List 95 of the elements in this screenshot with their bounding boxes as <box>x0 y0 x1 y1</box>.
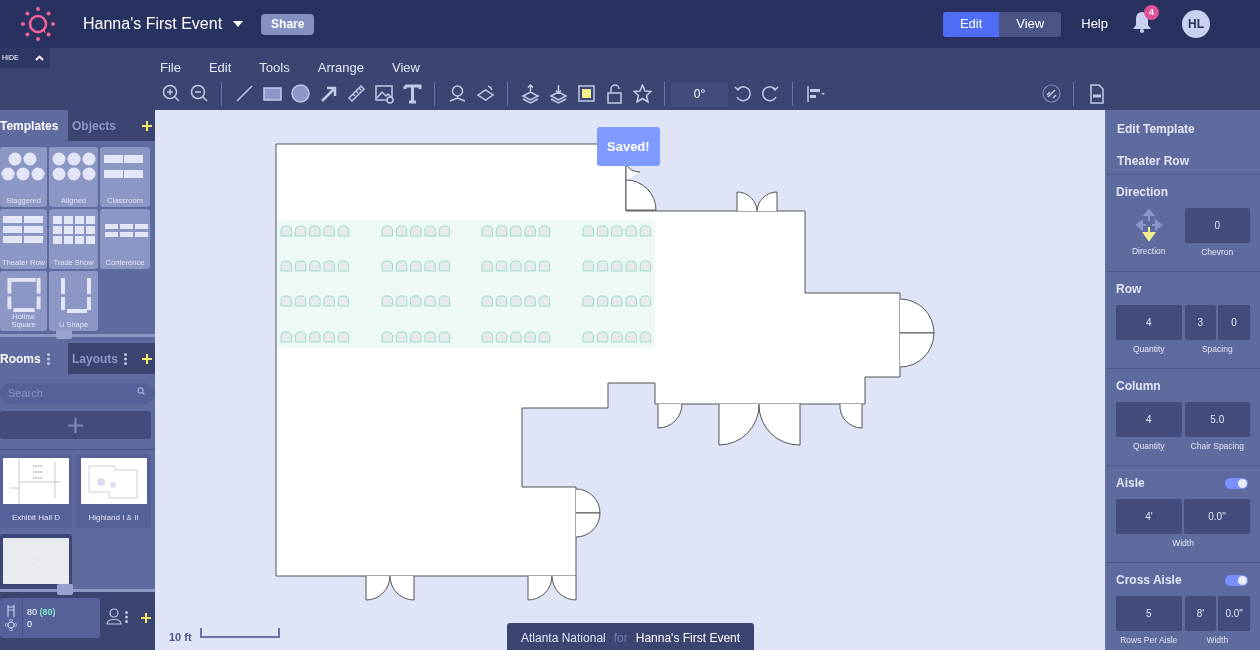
number-field[interactable]: 0 <box>1218 305 1250 340</box>
event-title[interactable]: Hanna's First Event <box>83 12 223 36</box>
group-select-icon[interactable] <box>576 84 596 104</box>
search-icon[interactable] <box>137 387 145 395</box>
section-title: Cross Aisle <box>1116 572 1182 589</box>
seat-count: 80 (80) <box>27 606 56 618</box>
add-icon[interactable] <box>141 613 151 623</box>
number-field[interactable]: 5 <box>1116 596 1182 631</box>
number-field[interactable]: 0 <box>1184 208 1250 243</box>
field-caption: Quantity <box>1132 343 1165 356</box>
grid-circles-icon <box>50 152 97 182</box>
room-tile[interactable]: Highland I & II <box>76 454 151 528</box>
field-caption: Width <box>1172 537 1194 550</box>
menu-item[interactable]: Tools <box>256 57 293 77</box>
field-caption: Width <box>1206 634 1229 647</box>
notification-bell-icon[interactable] <box>1132 11 1152 33</box>
staggered-circles-icon <box>0 152 47 182</box>
star-icon[interactable] <box>632 84 652 104</box>
number-field[interactable]: 3 <box>1184 305 1217 340</box>
table-count: 0 <box>27 618 33 630</box>
add-icon[interactable] <box>142 120 152 131</box>
field-caption: Rows Per Aisle <box>1120 634 1178 647</box>
mode-tab[interactable]: Edit <box>942 11 1000 37</box>
send-backward-icon[interactable] <box>548 84 568 104</box>
toggle-switch[interactable] <box>1225 574 1248 586</box>
chevron-up-icon[interactable] <box>35 55 44 61</box>
logo-icon[interactable] <box>20 6 56 42</box>
number-field[interactable]: 5.0 <box>1184 402 1250 437</box>
footer-connector: for <box>613 630 628 647</box>
floor-plan-thumbnail <box>80 458 147 504</box>
field-caption: Chevron <box>1201 246 1234 259</box>
menu-item[interactable]: View <box>388 57 423 77</box>
more-options-icon[interactable] <box>125 611 128 623</box>
direction-arrows-icon[interactable] <box>1133 208 1164 242</box>
dropdown-caret-icon[interactable] <box>233 21 244 27</box>
more-options-icon[interactable] <box>124 352 127 365</box>
field-caption: Spacing <box>1201 343 1233 356</box>
rectangle-tool-icon[interactable] <box>262 84 282 104</box>
zoom-out-icon[interactable] <box>189 84 209 104</box>
template-name: Theater Row <box>1117 153 1190 170</box>
person-icon[interactable] <box>106 608 122 625</box>
section-title: Column <box>1116 378 1161 395</box>
zoom-in-icon[interactable] <box>161 84 181 104</box>
field-caption: Quantity <box>1132 440 1165 453</box>
panel-title: Edit Template <box>1117 121 1196 138</box>
venue-name: Atlanta National <box>521 630 606 647</box>
resize-handle[interactable] <box>57 584 73 595</box>
more-options-icon[interactable] <box>46 352 50 365</box>
number-field[interactable]: 8' <box>1184 596 1217 631</box>
toggle-switch[interactable] <box>1225 477 1248 489</box>
menu-item[interactable]: Edit <box>205 57 235 77</box>
floor-plan-thumbnail <box>3 458 69 504</box>
panel-tab[interactable]: Templates <box>0 110 68 141</box>
number-field[interactable]: 4 <box>1116 402 1182 437</box>
section-title: Aisle <box>1116 475 1145 492</box>
booth-grid-icon <box>50 214 97 244</box>
bring-forward-icon[interactable] <box>520 84 540 104</box>
resize-handle[interactable] <box>56 330 72 339</box>
link-icon[interactable] <box>1041 84 1061 104</box>
line-tool-icon[interactable] <box>234 84 254 104</box>
field-caption: Direction <box>1131 245 1166 258</box>
footer-event-name: Hanna's First Event <box>635 630 741 647</box>
rotate-plane-icon[interactable] <box>475 84 495 104</box>
align-left-icon[interactable] <box>805 84 825 104</box>
chair-icon <box>6 605 16 617</box>
number-field[interactable]: 4' <box>1116 499 1182 534</box>
floor-plan-thumbnail <box>3 538 69 584</box>
rotate-right-icon[interactable] <box>760 84 780 104</box>
number-field[interactable]: 4 <box>1116 305 1182 340</box>
number-field[interactable]: 0.0" <box>1218 596 1250 631</box>
help-link[interactable]: Help <box>1081 14 1108 34</box>
panel-tab[interactable]: Rooms <box>0 343 68 374</box>
room-tile[interactable]: Exhibit Hall D <box>0 454 72 528</box>
unlock-icon[interactable] <box>604 84 624 104</box>
user-avatar[interactable]: HL <box>1182 10 1210 38</box>
image-tool-icon[interactable] <box>374 84 394 104</box>
round-table-icon <box>5 619 17 631</box>
notification-badge: 4 <box>1144 5 1159 20</box>
rotate-left-icon[interactable] <box>732 84 752 104</box>
section-title: Row <box>1116 281 1142 298</box>
mode-tab[interactable]: View <box>999 11 1062 37</box>
field-caption: Chair Spacing <box>1190 440 1244 453</box>
add-icon[interactable] <box>142 353 152 364</box>
scale-bar-icon <box>200 628 280 638</box>
saved-toast: Saved! <box>597 127 660 166</box>
ruler-icon[interactable] <box>346 84 366 104</box>
menu-item[interactable]: Arrange <box>314 57 367 77</box>
scale-label: 10 ft <box>169 630 192 645</box>
text-tool-icon[interactable] <box>402 84 422 104</box>
rotation-field[interactable]: 0° <box>671 81 728 107</box>
number-field[interactable]: 0.0" <box>1184 499 1250 534</box>
menu-item[interactable]: File <box>157 57 184 77</box>
room-tile[interactable] <box>0 534 72 592</box>
circle-tool-icon[interactable] <box>290 84 310 104</box>
section-title: Direction <box>1116 184 1168 201</box>
